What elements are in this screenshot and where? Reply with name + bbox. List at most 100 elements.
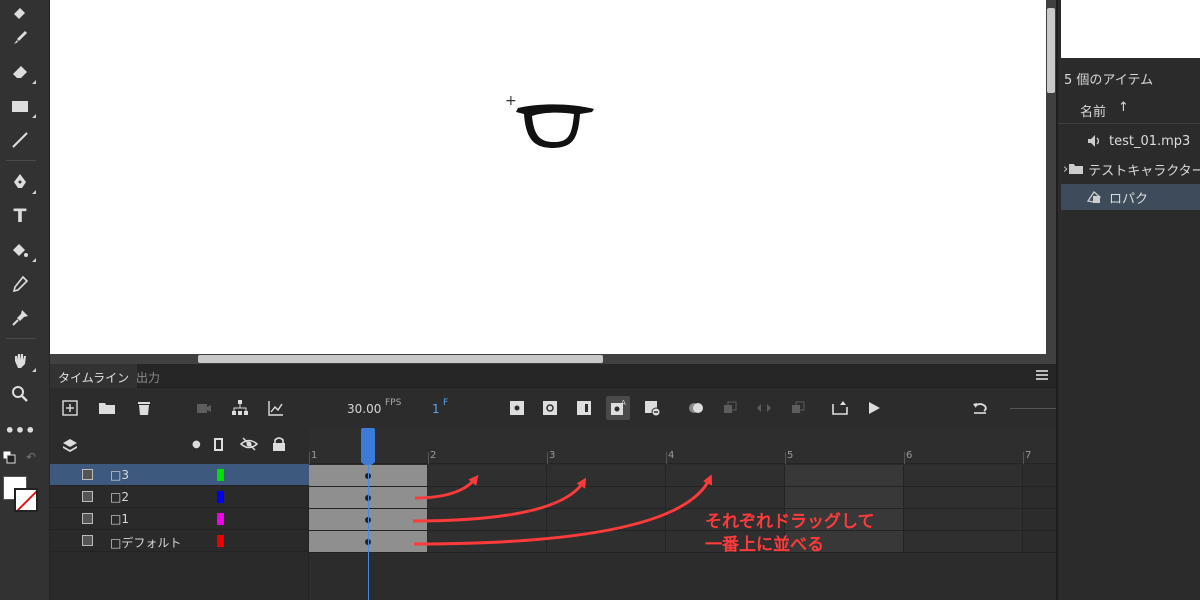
stage-canvas[interactable]: + bbox=[50, 0, 1046, 354]
frame-ruler[interactable]: 1 2 3 4 5 6 7 bbox=[309, 428, 1056, 468]
ruler-label: 1 bbox=[311, 450, 318, 461]
ruler-label: 5 bbox=[787, 450, 794, 461]
library-item-graphic[interactable]: ロパク bbox=[1061, 184, 1200, 210]
layer-row[interactable]: □1 bbox=[50, 508, 309, 530]
layer-name[interactable]: □2 bbox=[110, 490, 129, 504]
play-icon[interactable] bbox=[862, 396, 886, 420]
frames-area[interactable]: 1 2 3 4 5 6 7 bbox=[309, 428, 1056, 600]
camera-icon[interactable] bbox=[192, 396, 216, 420]
highlight-layers-icon[interactable]: ● bbox=[192, 439, 201, 450]
graph-icon[interactable] bbox=[264, 396, 288, 420]
timeline-tabs: タイムライン 出力 bbox=[50, 364, 1056, 388]
onion-skin-icon[interactable] bbox=[684, 396, 708, 420]
tools-panel: T ••• ↶ bbox=[0, 0, 50, 600]
new-layer-icon[interactable] bbox=[58, 396, 82, 420]
delete-layer-icon[interactable] bbox=[132, 396, 156, 420]
brush-tool-icon[interactable] bbox=[8, 26, 32, 50]
layer-color-swatch[interactable] bbox=[217, 469, 224, 481]
undo-icon[interactable] bbox=[968, 396, 992, 420]
insert-frame-icon[interactable] bbox=[572, 396, 596, 420]
rectangle-tool-icon[interactable] bbox=[8, 94, 36, 118]
sound-icon bbox=[1083, 133, 1105, 149]
stage-vertical-scrollbar[interactable] bbox=[1046, 0, 1056, 364]
layer-parenting-icon[interactable] bbox=[228, 396, 252, 420]
playhead-line bbox=[368, 464, 369, 600]
layer-color-swatch[interactable] bbox=[217, 491, 224, 503]
fill-color-swatch[interactable] bbox=[14, 488, 38, 512]
insert-blank-keyframe-icon[interactable] bbox=[538, 396, 562, 420]
paint-bucket-icon[interactable] bbox=[8, 238, 36, 262]
frame-row[interactable] bbox=[309, 531, 1056, 553]
fps-unit: FPS bbox=[385, 398, 402, 408]
layer-row[interactable]: □3 bbox=[50, 464, 309, 486]
layer-row[interactable]: □デフォルト bbox=[50, 530, 309, 552]
frame-row[interactable] bbox=[309, 487, 1056, 509]
tool-separator bbox=[6, 160, 36, 161]
svg-text:A: A bbox=[621, 399, 626, 407]
layer-type-icon bbox=[82, 491, 93, 502]
frame-row[interactable] bbox=[309, 509, 1056, 531]
library-preview bbox=[1061, 0, 1200, 58]
auto-keyframe-icon[interactable]: A bbox=[606, 396, 630, 420]
paint-bucket-tool-icon[interactable] bbox=[8, 0, 32, 24]
tab-output[interactable]: 出力 bbox=[128, 364, 168, 388]
tab-timeline[interactable]: タイムライン bbox=[50, 364, 138, 388]
library-item-folder[interactable]: › テストキャラクター bbox=[1061, 156, 1200, 182]
delete-frame-icon[interactable] bbox=[640, 396, 664, 420]
animate-window: T ••• ↶ + 5 個のアイテム 名前 ↑ test_01.mp3 › テス… bbox=[0, 0, 1200, 600]
zoom-tool-icon[interactable] bbox=[8, 382, 32, 406]
eyedropper-tool-icon[interactable] bbox=[8, 272, 32, 296]
timeline-toolbar: 30.00 FPS 1 F A bbox=[50, 388, 1056, 428]
loop-icon[interactable] bbox=[828, 396, 852, 420]
layers-icon[interactable] bbox=[58, 434, 82, 458]
new-folder-icon[interactable] bbox=[95, 396, 119, 420]
line-tool-icon[interactable] bbox=[8, 128, 32, 152]
timeline-panel: タイムライン 出力 30.00 FPS 1 F A ● □3 □2 □1 □デフ… bbox=[50, 364, 1056, 600]
convert-to-symbol-icon[interactable] bbox=[786, 396, 810, 420]
library-item-label: ロパク bbox=[1109, 191, 1149, 207]
ruler-label: 6 bbox=[906, 450, 913, 461]
arrow-up-icon[interactable]: ↑ bbox=[1118, 100, 1129, 115]
layer-name[interactable]: □1 bbox=[110, 512, 129, 526]
more-tools-icon[interactable]: ••• bbox=[5, 418, 36, 442]
pin-tool-icon[interactable] bbox=[8, 306, 32, 330]
stage-horizontal-scrollbar[interactable] bbox=[50, 354, 1046, 364]
edit-multiple-frames-icon[interactable] bbox=[718, 396, 742, 420]
mouth-drawing[interactable] bbox=[510, 100, 600, 158]
fps-value[interactable]: 30.00 bbox=[347, 402, 381, 416]
text-tool-icon[interactable]: T bbox=[8, 204, 32, 228]
eye-hidden-icon[interactable] bbox=[239, 436, 259, 452]
library-item-count: 5 個のアイテム bbox=[1064, 73, 1154, 88]
current-frame-value[interactable]: 1 bbox=[432, 402, 440, 416]
library-column-header[interactable]: 名前 ↑ bbox=[1058, 92, 1200, 124]
timeline-zoom-slider[interactable] bbox=[1010, 408, 1056, 409]
ruler-label: 3 bbox=[549, 450, 556, 461]
playhead[interactable] bbox=[361, 428, 375, 468]
layer-color-swatch[interactable] bbox=[217, 535, 224, 547]
layer-row[interactable]: □2 bbox=[50, 486, 309, 508]
layer-name[interactable]: □デフォルト bbox=[110, 534, 181, 551]
swap-colors-icon[interactable]: ↶ bbox=[24, 450, 38, 464]
outline-icon[interactable] bbox=[214, 438, 223, 451]
insert-keyframe-icon[interactable] bbox=[505, 396, 529, 420]
layer-name[interactable]: □3 bbox=[110, 468, 129, 482]
create-tween-icon[interactable] bbox=[752, 396, 776, 420]
library-item-label: test_01.mp3 bbox=[1109, 133, 1191, 149]
annotation-line-2: 一番上に並べる bbox=[705, 535, 824, 555]
panel-menu-icon[interactable] bbox=[1036, 370, 1048, 380]
frame-unit: F bbox=[443, 398, 449, 408]
folder-icon bbox=[1068, 161, 1084, 177]
eraser-tool-icon[interactable] bbox=[8, 60, 36, 84]
hand-tool-icon[interactable] bbox=[8, 348, 36, 372]
frame-row[interactable] bbox=[309, 465, 1056, 487]
annotation-line-1: それぞれドラッグして bbox=[705, 512, 875, 532]
name-column-label[interactable]: 名前 bbox=[1080, 101, 1106, 120]
library-item-sound[interactable]: test_01.mp3 bbox=[1061, 128, 1200, 154]
pen-tool-icon[interactable] bbox=[8, 170, 36, 194]
ruler-label: 2 bbox=[430, 450, 437, 461]
lock-icon[interactable] bbox=[272, 436, 286, 452]
default-colors-icon[interactable] bbox=[2, 450, 16, 464]
layer-color-swatch[interactable] bbox=[217, 513, 224, 525]
tool-separator bbox=[6, 338, 36, 339]
layer-type-icon bbox=[82, 513, 93, 524]
